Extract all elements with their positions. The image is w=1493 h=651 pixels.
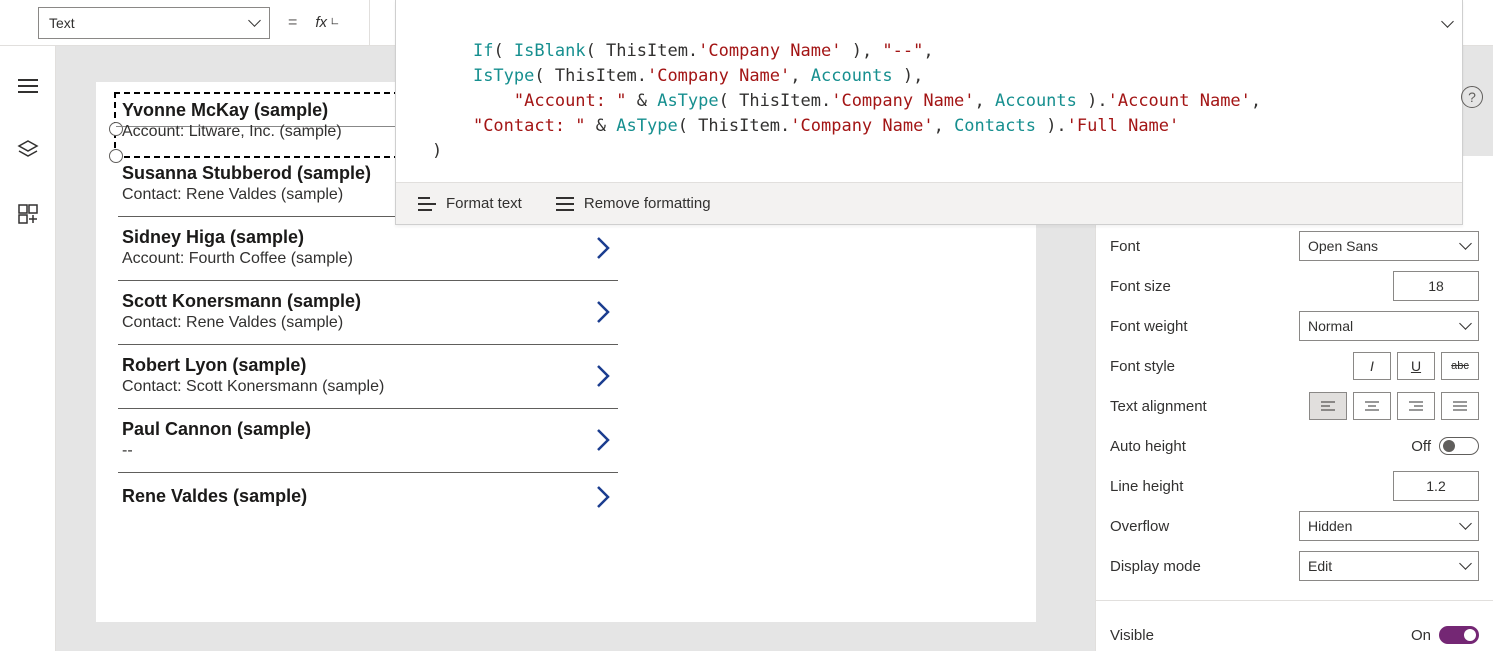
- item-subtitle: Contact: Rene Valdes (sample): [122, 314, 361, 332]
- chevron-right-icon[interactable]: [594, 234, 614, 262]
- visible-value: On: [1411, 627, 1431, 644]
- item-title: Yvonne McKay (sample): [122, 100, 342, 121]
- chevron-down-icon: [1461, 238, 1470, 254]
- fontsize-input[interactable]: 18: [1393, 271, 1479, 301]
- textalign-label: Text alignment: [1110, 398, 1207, 415]
- chevron-right-icon[interactable]: [594, 426, 614, 454]
- layers-icon[interactable]: [16, 138, 40, 162]
- font-label: Font: [1110, 238, 1140, 255]
- align-right-button[interactable]: [1397, 392, 1435, 420]
- gallery-item[interactable]: Paul Cannon (sample) --: [118, 409, 618, 473]
- chevron-down-icon: [1461, 518, 1470, 534]
- insert-icon[interactable]: [16, 202, 40, 226]
- help-icon[interactable]: ?: [1461, 86, 1483, 108]
- fx-label[interactable]: fx: [315, 14, 359, 31]
- align-justify-button[interactable]: [1441, 392, 1479, 420]
- displaymode-select[interactable]: Edit: [1299, 551, 1479, 581]
- overflow-label: Overflow: [1110, 518, 1169, 535]
- chevron-down-icon: [1461, 318, 1470, 334]
- formula-code[interactable]: If( IsBlank( ThisItem.'Company Name' ), …: [396, 0, 1462, 182]
- fontstyle-label: Font style: [1110, 358, 1175, 375]
- lineheight-label: Line height: [1110, 478, 1183, 495]
- chevron-down-icon[interactable]: [1443, 12, 1452, 37]
- overflow-select[interactable]: Hidden: [1299, 511, 1479, 541]
- formula-toolbar: Format text Remove formatting: [396, 182, 1462, 224]
- fontsize-label: Font size: [1110, 278, 1171, 295]
- formula-bar[interactable]: If( IsBlank( ThisItem.'Company Name' ), …: [395, 0, 1463, 225]
- left-rail: [0, 46, 56, 651]
- lineheight-input[interactable]: 1.2: [1393, 471, 1479, 501]
- gallery-item[interactable]: Rene Valdes (sample): [118, 473, 618, 523]
- format-text-button[interactable]: Format text: [418, 195, 522, 212]
- align-center-button[interactable]: [1353, 392, 1391, 420]
- autoheight-toggle[interactable]: [1439, 437, 1479, 455]
- remove-format-icon: [556, 197, 574, 211]
- item-title: Scott Konersmann (sample): [122, 291, 361, 312]
- properties-panel: (sample) Font Open Sans Font size 18 Fon…: [1095, 156, 1493, 651]
- strikethrough-button[interactable]: abc: [1441, 352, 1479, 380]
- format-icon: [418, 197, 436, 211]
- font-select[interactable]: Open Sans: [1299, 231, 1479, 261]
- item-subtitle: --: [122, 442, 311, 460]
- item-title: Paul Cannon (sample): [122, 419, 311, 440]
- chevron-right-icon[interactable]: [594, 298, 614, 326]
- item-title: Robert Lyon (sample): [122, 355, 384, 376]
- item-title: Rene Valdes (sample): [122, 486, 307, 507]
- italic-button[interactable]: I: [1353, 352, 1391, 380]
- fontweight-label: Font weight: [1110, 318, 1188, 335]
- property-select-value: Text: [49, 15, 75, 31]
- autoheight-value: Off: [1411, 438, 1431, 455]
- align-left-button[interactable]: [1309, 392, 1347, 420]
- item-subtitle: Contact: Rene Valdes (sample): [122, 186, 371, 204]
- chevron-right-icon[interactable]: [594, 483, 614, 511]
- autoheight-label: Auto height: [1110, 438, 1186, 455]
- chevron-down-icon: [250, 15, 259, 31]
- hamburger-icon[interactable]: [16, 74, 40, 98]
- chevron-down-icon: [327, 16, 340, 29]
- item-subtitle: Account: Litware, Inc. (sample): [122, 123, 342, 141]
- visible-toggle[interactable]: [1439, 626, 1479, 644]
- chevron-right-icon[interactable]: [594, 362, 614, 390]
- item-subtitle: Contact: Scott Konersmann (sample): [122, 378, 384, 396]
- item-subtitle: Account: Fourth Coffee (sample): [122, 250, 353, 268]
- gallery-item[interactable]: Scott Konersmann (sample) Contact: Rene …: [118, 281, 618, 345]
- chevron-down-icon: [1461, 558, 1470, 574]
- equals-sign: =: [284, 14, 301, 32]
- gallery-item[interactable]: Robert Lyon (sample) Contact: Scott Kone…: [118, 345, 618, 409]
- item-title: Sidney Higa (sample): [122, 227, 353, 248]
- remove-formatting-button[interactable]: Remove formatting: [556, 195, 711, 212]
- fontweight-select[interactable]: Normal: [1299, 311, 1479, 341]
- item-title: Susanna Stubberod (sample): [122, 163, 371, 184]
- visible-label: Visible: [1110, 627, 1154, 644]
- underline-button[interactable]: U: [1397, 352, 1435, 380]
- gallery-item[interactable]: Sidney Higa (sample) Account: Fourth Cof…: [118, 217, 618, 281]
- displaymode-label: Display mode: [1110, 558, 1201, 575]
- property-select[interactable]: Text: [38, 7, 270, 39]
